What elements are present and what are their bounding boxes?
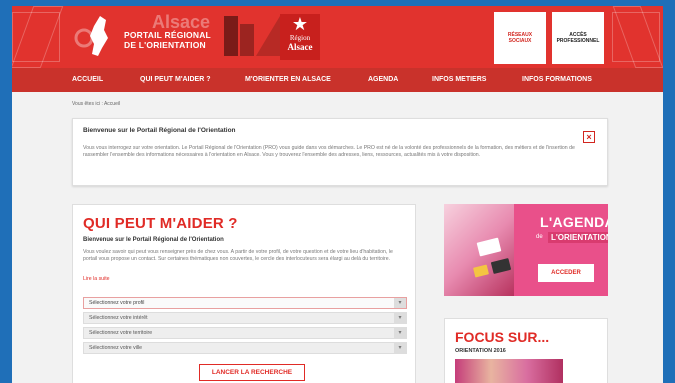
agenda-orientation: L'ORIENTATION [548, 232, 608, 243]
interest-select-label: Sélectionnez votre intérêt [89, 315, 148, 321]
qpm-title: QUI PEUT M'AIDER ? [83, 215, 238, 232]
logo-line-2: DE L'ORIENTATION [124, 40, 206, 50]
agenda-title: L'AGENDA [540, 214, 608, 230]
focus-panel: FOCUS SUR... ORIENTATION 2016 [444, 318, 608, 383]
city-select[interactable]: Sélectionnez votre ville ▾ [83, 342, 407, 354]
chevron-down-icon: ▾ [394, 298, 406, 308]
welcome-panel: Bienvenue sur le Portail Régional de l'O… [72, 118, 608, 186]
territory-select-label: Sélectionnez votre territoire [89, 330, 153, 336]
read-more-link[interactable]: Lire la suite [83, 276, 110, 282]
logo-line-1: PORTAIL RÉGIONAL [124, 30, 211, 40]
breadcrumb: Vous êtes ici : Accueil [72, 101, 121, 107]
welcome-text: Vous vous interrogez sur votre orientati… [83, 145, 575, 158]
chevron-down-icon: ▾ [394, 343, 406, 353]
social-networks-button[interactable]: RÉSEAUX SOCIAUX [494, 12, 546, 64]
focus-image[interactable] [455, 359, 563, 383]
territory-select[interactable]: Sélectionnez votre territoire ▾ [83, 327, 407, 339]
chevron-down-icon: ▾ [394, 328, 406, 338]
region-alsace-logo[interactable]: ★ Région Alsace [280, 14, 320, 60]
header-graphic-blocks [224, 16, 280, 56]
region-line-1: Région [289, 34, 311, 42]
nav-item-accueil[interactable]: ACCUEIL [72, 76, 103, 83]
close-icon[interactable]: × [583, 131, 595, 143]
nav-item-infos-metiers[interactable]: INFOS METIERS [432, 76, 486, 83]
search-button[interactable]: LANCER LA RECHERCHE [199, 364, 305, 381]
qpm-description: Vous voulez savoir qui peut vous renseig… [83, 249, 393, 262]
nav-item-morienter[interactable]: M'ORIENTER EN ALSACE [245, 76, 331, 83]
focus-title: FOCUS SUR... [455, 329, 550, 345]
nav-item-infos-formations[interactable]: INFOS FORMATIONS [522, 76, 592, 83]
star-icon: ★ [291, 14, 309, 34]
main-nav: ACCUEIL QUI PEUT M'AIDER ? M'ORIENTER EN… [12, 68, 663, 92]
region-line-2: Alsace [287, 42, 313, 52]
site-header: Alsace PORTAIL RÉGIONAL DE L'ORIENTATION… [12, 6, 663, 68]
qpm-subtitle: Bienvenue sur le Portail Régional de l'O… [83, 237, 224, 243]
nav-item-qui-peut-maider[interactable]: QUI PEUT M'AIDER ? [140, 76, 211, 83]
agenda-banner[interactable]: L'AGENDA de L'ORIENTATION ACCEDER [444, 204, 608, 296]
profile-select-label: Sélectionnez votre profil [89, 300, 145, 306]
agenda-de: de [536, 234, 543, 240]
nav-item-agenda[interactable]: AGENDA [368, 76, 398, 83]
professional-access-button[interactable]: ACCÈS PROFESSIONNEL [552, 12, 604, 64]
city-select-label: Sélectionnez votre ville [89, 345, 143, 351]
page: Alsace PORTAIL RÉGIONAL DE L'ORIENTATION… [12, 6, 663, 383]
focus-subtitle: ORIENTATION 2016 [455, 348, 506, 354]
alsace-map-logo-icon [74, 16, 108, 56]
chevron-down-icon: ▾ [394, 313, 406, 323]
qui-peut-maider-panel: QUI PEUT M'AIDER ? Bienvenue sur le Port… [72, 204, 416, 383]
welcome-title: Bienvenue sur le Portail Régional de l'O… [83, 127, 236, 134]
portal-logo-text[interactable]: PORTAIL RÉGIONAL DE L'ORIENTATION [124, 30, 211, 50]
interest-select[interactable]: Sélectionnez votre intérêt ▾ [83, 312, 407, 324]
agenda-access-button[interactable]: ACCEDER [538, 264, 594, 282]
profile-select[interactable]: Sélectionnez votre profil ▾ [83, 297, 407, 309]
